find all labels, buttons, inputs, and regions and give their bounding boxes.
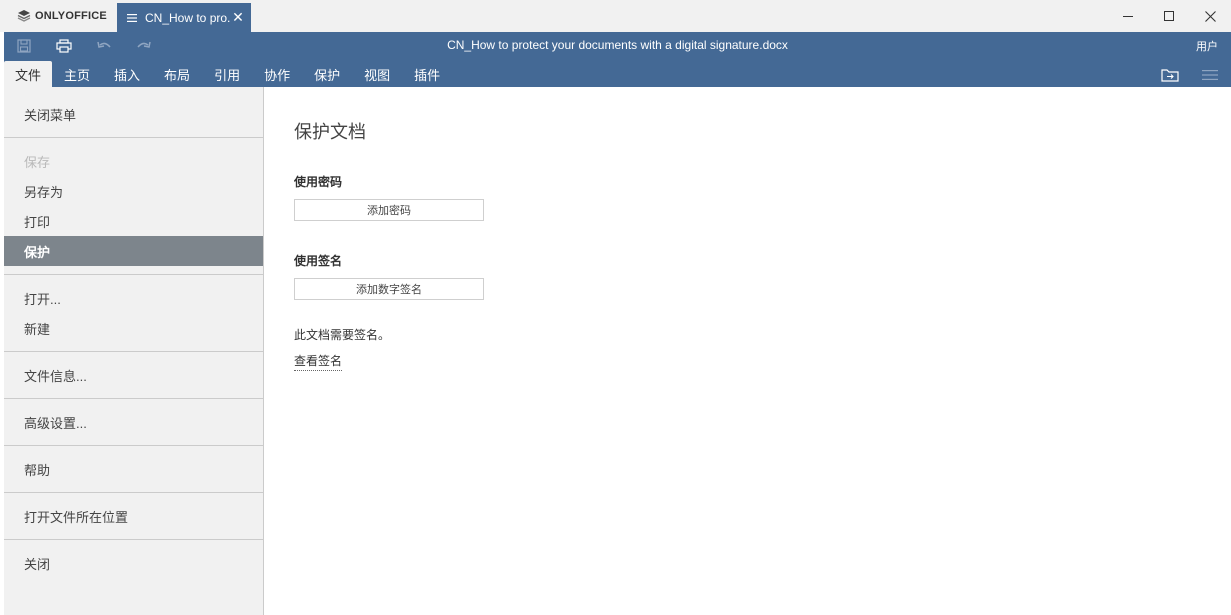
document-tab[interactable]: CN_How to pro... ✕ <box>117 3 251 32</box>
menu-close-menu[interactable]: 关闭菜单 <box>4 99 263 129</box>
maximize-icon[interactable] <box>1149 0 1189 32</box>
tab-plugins[interactable]: 插件 <box>406 61 448 87</box>
tab-collaboration[interactable]: 协作 <box>256 61 298 87</box>
tab-protection[interactable]: 保护 <box>306 61 348 87</box>
menu-print[interactable]: 打印 <box>4 206 263 236</box>
signature-section-label: 使用签名 <box>294 254 343 268</box>
onlyoffice-logo[interactable]: ONLYOFFICE <box>0 0 114 32</box>
user-label[interactable]: 用户 <box>1196 38 1218 54</box>
add-digital-signature-button[interactable]: 添加数字签名 <box>294 278 484 300</box>
menu-help[interactable]: 帮助 <box>4 454 263 484</box>
view-signature-link[interactable]: 查看签名 <box>294 352 343 371</box>
menu-file-info[interactable]: 文件信息... <box>4 360 263 390</box>
menu-protect[interactable]: 保护 <box>4 236 263 266</box>
close-tab-icon[interactable]: ✕ <box>231 9 245 26</box>
password-section-label: 使用密码 <box>294 175 343 189</box>
page-title: 保护文档 <box>294 122 366 142</box>
menu-divider <box>4 492 263 493</box>
open-location-icon[interactable] <box>1158 65 1182 85</box>
menu-save-as[interactable]: 另存为 <box>4 176 263 206</box>
menu-advanced-settings[interactable]: 高级设置... <box>4 407 263 437</box>
logo-text: ONLYOFFICE <box>35 10 107 22</box>
hamburger-menu-icon[interactable] <box>1198 65 1222 85</box>
add-password-button[interactable]: 添加密码 <box>294 199 484 221</box>
tab-view[interactable]: 视图 <box>356 61 398 87</box>
menu-divider <box>4 137 263 138</box>
tab-home[interactable]: 主页 <box>56 61 98 87</box>
tab-menu-icon <box>127 13 137 22</box>
menu-open[interactable]: 打开... <box>4 283 263 313</box>
menu-open-file-location[interactable]: 打开文件所在位置 <box>4 501 263 531</box>
menu-divider <box>4 274 263 275</box>
menu-save: 保存 <box>24 154 51 170</box>
toolbar-tabs: 文件 主页 插入 布局 引用 协作 保护 视图 插件 <box>4 61 448 87</box>
tab-references[interactable]: 引用 <box>206 61 248 87</box>
menu-divider <box>4 398 263 399</box>
onlyoffice-logo-icon <box>17 10 31 22</box>
tab-insert[interactable]: 插入 <box>106 61 148 87</box>
tab-layout[interactable]: 布局 <box>156 61 198 87</box>
tab-title: CN_How to pro... <box>145 10 231 25</box>
minimize-icon[interactable] <box>1108 0 1148 32</box>
close-window-icon[interactable] <box>1190 0 1230 32</box>
menu-divider <box>4 351 263 352</box>
file-menu-panel: 关闭菜单 保存 另存为 打印 保护 打开... 新建 文件信息... 高级设置.… <box>4 87 264 615</box>
editor-header: CN_How to protect your documents with a … <box>4 32 1231 87</box>
menu-close[interactable]: 关闭 <box>4 548 263 578</box>
signature-required-note: 此文档需要签名。 <box>294 328 391 342</box>
menu-new[interactable]: 新建 <box>4 313 263 343</box>
document-title: CN_How to protect your documents with a … <box>447 38 788 52</box>
menu-divider <box>4 445 263 446</box>
title-bar: ONLYOFFICE CN_How to pro... ✕ <box>0 0 1231 32</box>
menu-divider <box>4 539 263 540</box>
tab-file[interactable]: 文件 <box>4 61 53 87</box>
